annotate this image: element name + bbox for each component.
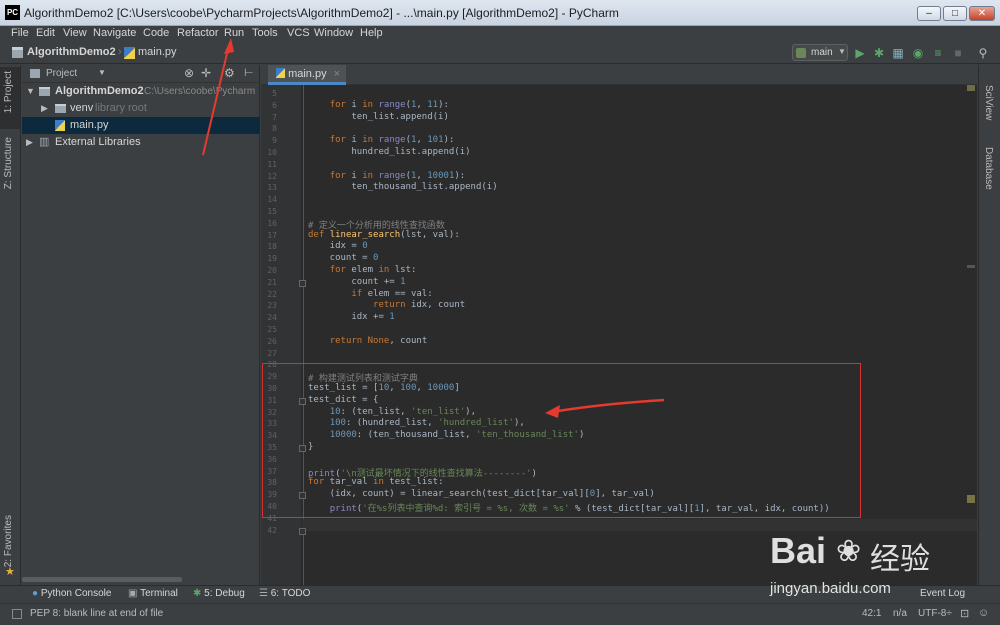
arrowhead-icon — [224, 38, 234, 54]
todo-icon: ☰ — [259, 588, 268, 599]
python-icon: ● — [32, 588, 39, 599]
marker — [967, 495, 975, 503]
status-bar: PEP 8: blank line at end of file 42:1 n/… — [0, 603, 1000, 625]
watermark-brand: Bai — [770, 530, 827, 571]
watermark-url: jingyan.baidu.com — [770, 580, 891, 597]
tab-database[interactable]: Database — [983, 147, 994, 190]
right-tool-strip: SciView Database — [978, 65, 1000, 585]
bug-icon: ✱ — [193, 588, 202, 599]
encoding[interactable]: UTF-8÷ — [918, 608, 952, 619]
status-message: PEP 8: blank line at end of file — [30, 608, 164, 619]
terminal-icon: ▣ — [128, 588, 138, 599]
layout-icon[interactable] — [12, 609, 22, 619]
line-separator[interactable]: n/a — [893, 608, 907, 619]
baidu-watermark: Bai ❀ 经验 jingyan.baidu.com — [760, 530, 980, 605]
annotation-arrow-run — [202, 44, 230, 156]
inspector-icon[interactable]: ☺ — [978, 607, 989, 619]
annotation-arrow-test-dict — [551, 398, 665, 414]
tab-python-console[interactable]: ● Python Console — [32, 588, 111, 599]
editor-scrollbar-markers — [966, 85, 976, 565]
tab-debug[interactable]: ✱ 5: Debug — [193, 588, 245, 599]
tab-todo[interactable]: ☰ 6: TODO — [259, 588, 310, 599]
tab-terminal[interactable]: ▣ Terminal — [128, 588, 178, 599]
paw-icon: ❀ — [836, 535, 862, 568]
tab-sciview[interactable]: SciView — [983, 85, 994, 120]
lock-icon[interactable]: ⊡ — [960, 607, 969, 620]
marker — [967, 85, 975, 91]
cursor-position[interactable]: 42:1 — [862, 608, 881, 619]
watermark-brand2: 经验 — [870, 543, 930, 576]
arrowhead-icon — [545, 405, 560, 418]
marker — [967, 265, 975, 268]
